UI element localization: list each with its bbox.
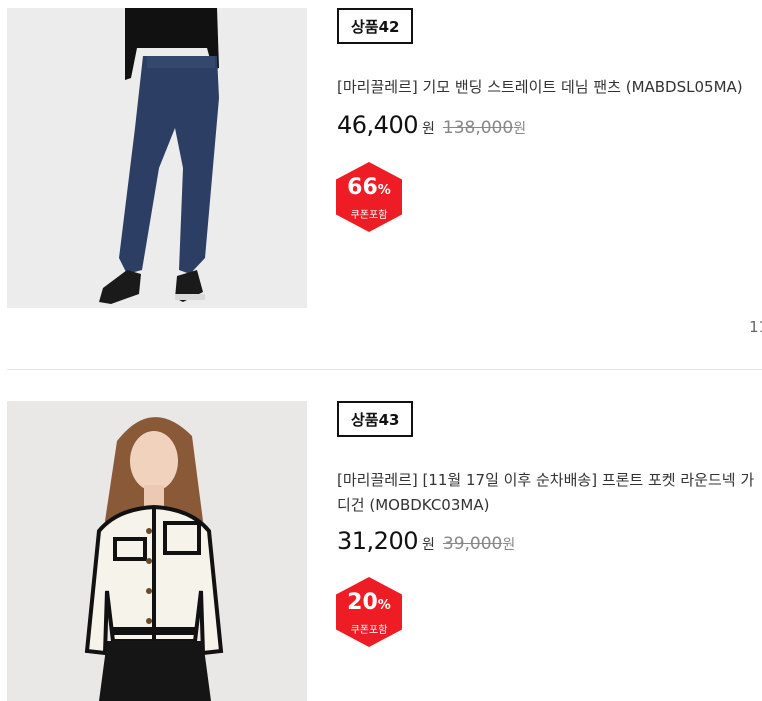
discount-badge: 66% 쿠폰포함 <box>336 162 402 232</box>
product-title[interactable]: [마리끌레르] [11월 17일 이후 순차배송] 프론트 포켓 라운드넥 가디… <box>337 468 757 518</box>
product-number-badge: 상품43 <box>337 401 414 437</box>
count-label: 11개 <box>749 318 762 336</box>
sale-price: 31,200 <box>337 527 418 555</box>
discount-unit: % <box>377 183 391 198</box>
sale-price: 46,400 <box>337 111 418 139</box>
product-card[interactable]: 상품43 [마리끌레르] [11월 17일 이후 순차배송] 프론트 포켓 라운… <box>0 401 762 701</box>
denim-pants-model-photo-icon <box>7 8 307 308</box>
original-price: 138,000 <box>442 118 514 138</box>
discount-unit: % <box>377 598 391 613</box>
discount-percent: 66% <box>336 176 402 203</box>
divider <box>7 369 762 370</box>
product-image[interactable] <box>7 8 307 308</box>
discount-badge: 20% 쿠폰포함 <box>336 577 402 647</box>
product-number-badge: 상품42 <box>337 8 414 44</box>
cardigan-model-photo-icon <box>7 401 307 701</box>
price-row: 31,200 원 39,000 원 <box>337 527 515 555</box>
product-title[interactable]: [마리끌레르] 기모 밴딩 스트레이트 데님 팬츠 (MABDSL05MA) <box>337 75 757 100</box>
currency-label: 원 <box>421 121 435 137</box>
original-currency-label: 원 <box>513 121 527 137</box>
currency-label: 원 <box>421 537 435 553</box>
product-image[interactable] <box>7 401 307 701</box>
coupon-label: 쿠폰포함 <box>350 625 388 636</box>
discount-value: 66 <box>347 175 378 200</box>
discount-percent: 20% <box>336 591 402 618</box>
product-card[interactable]: 상품42 [마리끌레르] 기모 밴딩 스트레이트 데님 팬츠 (MABDSL05… <box>0 8 762 368</box>
coupon-label: 쿠폰포함 <box>350 210 388 221</box>
original-currency-label: 원 <box>502 537 516 553</box>
original-price: 39,000 <box>442 534 503 554</box>
price-row: 46,400 원 138,000 원 <box>337 111 526 139</box>
discount-value: 20 <box>347 590 378 615</box>
